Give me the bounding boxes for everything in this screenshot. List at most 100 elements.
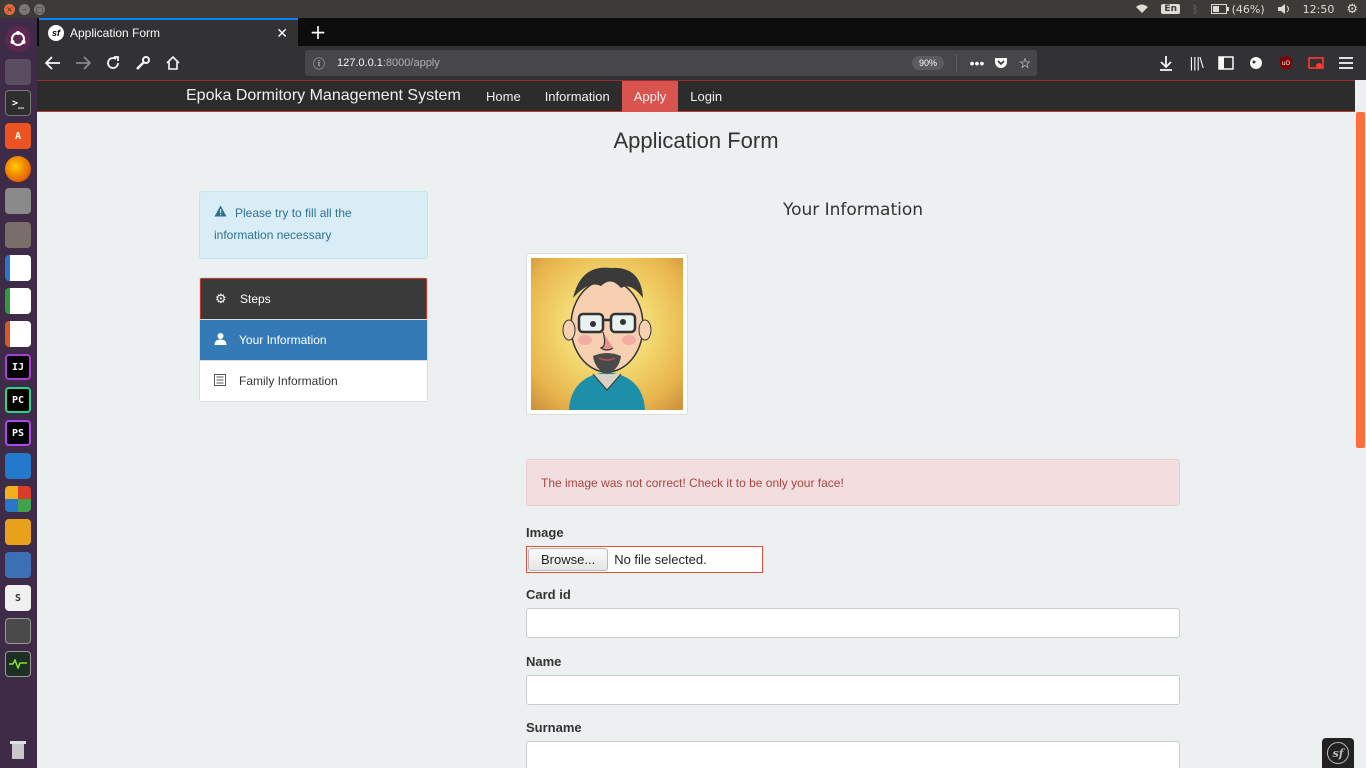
sublime-icon[interactable]: S — [5, 585, 31, 611]
remote-desktop-icon[interactable] — [5, 618, 31, 644]
settings-gear-icon[interactable]: ⚙ — [1346, 2, 1358, 17]
steps-panel: ⚙ Steps Your Information Family Informat… — [199, 277, 428, 402]
wireshark-icon[interactable] — [5, 552, 31, 578]
window-minimize-button[interactable]: – — [19, 3, 30, 15]
info-alert: Please try to fill all the information n… — [199, 191, 428, 259]
writer-icon[interactable] — [5, 255, 31, 281]
image-field-label: Image — [526, 525, 564, 540]
section-title: Your Information — [782, 200, 924, 220]
extension-ghost-icon[interactable] — [1242, 49, 1270, 77]
surname-label: Surname — [526, 720, 582, 735]
image-file-input[interactable]: Browse... No file selected. — [526, 546, 763, 573]
files-icon[interactable] — [5, 59, 31, 85]
browser-toolbar-right: |||\ uO — [1152, 49, 1360, 77]
browser-nav-bar: ⓘ 127.0.0.1:8000/apply 90% ••• ☆ |||\ uO — [37, 46, 1366, 80]
network-tool-icon[interactable] — [5, 519, 31, 545]
menu-apply[interactable]: Apply — [621, 81, 679, 112]
hamburger-menu-icon[interactable] — [1332, 49, 1360, 77]
window-close-button[interactable]: × — [4, 3, 15, 15]
calc-icon[interactable] — [5, 288, 31, 314]
zoom-level-badge[interactable]: 90% — [911, 56, 944, 70]
site-brand[interactable]: Epoka Dormitory Management System — [186, 87, 461, 105]
ublock-icon[interactable]: uO — [1272, 49, 1300, 77]
site-info-icon[interactable]: ⓘ — [305, 50, 333, 76]
name-input[interactable] — [526, 675, 1180, 705]
app-grid-icon[interactable] — [5, 486, 31, 512]
list-icon — [214, 373, 239, 389]
vscode-icon[interactable] — [5, 453, 31, 479]
step-label: Family Information — [239, 374, 338, 388]
page-title: Application Form — [613, 128, 779, 153]
tab-close-icon[interactable]: ✕ — [276, 25, 288, 42]
screen-capture-icon[interactable] — [1302, 49, 1330, 77]
browser-tab-bar: sf Application Form ✕ + — [37, 18, 1366, 46]
volume-icon[interactable] — [1277, 4, 1291, 14]
tab-title: Application Form — [70, 26, 161, 40]
browser-tab[interactable]: sf Application Form ✕ — [39, 18, 298, 46]
menu-information[interactable]: Information — [533, 81, 622, 112]
url-bar-separator — [956, 54, 957, 72]
firefox-icon[interactable] — [5, 156, 31, 182]
name-label: Name — [526, 654, 562, 669]
reload-icon[interactable] — [99, 49, 127, 77]
url-path: :8000/apply — [382, 57, 440, 69]
steps-header: ⚙ Steps — [200, 278, 427, 319]
cog-icon: ⚙ — [215, 291, 227, 306]
symfony-debug-toolbar-toggle[interactable]: sf — [1322, 738, 1354, 768]
info-alert-text: Please try to fill all the information n… — [214, 206, 352, 242]
card-id-label: Card id — [526, 587, 571, 602]
trash-icon[interactable] — [5, 737, 31, 763]
url-bar[interactable]: ⓘ 127.0.0.1:8000/apply 90% ••• ☆ — [305, 50, 1037, 76]
bluetooth-icon[interactable]: ᛒ — [1192, 3, 1199, 16]
wifi-icon[interactable] — [1135, 4, 1149, 14]
page-scrollbar-thumb[interactable] — [1356, 112, 1365, 448]
sidebar-icon[interactable] — [1212, 49, 1240, 77]
profile-photo-thumbnail — [526, 253, 688, 415]
menu-login[interactable]: Login — [678, 81, 734, 112]
terminal-icon[interactable]: >_ — [5, 90, 31, 116]
system-monitor-icon[interactable] — [5, 651, 31, 677]
phpstorm-icon[interactable]: PS — [5, 420, 31, 446]
page-viewport: Epoka Dormitory Management System Home I… — [37, 80, 1366, 768]
wrench-icon[interactable] — [129, 49, 157, 77]
image-error-alert: The image was not correct! Check it to b… — [526, 459, 1180, 506]
page-actions-menu-icon[interactable]: ••• — [965, 51, 989, 75]
menu-home[interactable]: Home — [474, 81, 533, 112]
browse-button[interactable]: Browse... — [528, 548, 609, 571]
step-family-information[interactable]: Family Information — [200, 360, 427, 401]
keyboard-layout-indicator[interactable]: En — [1161, 4, 1180, 14]
card-id-input[interactable] — [526, 608, 1180, 638]
archive-icon[interactable] — [5, 222, 31, 248]
site-menu: Home Information Apply Login — [474, 81, 734, 112]
window-maximize-button[interactable]: □ — [34, 3, 45, 15]
battery-indicator[interactable]: (46%) — [1210, 3, 1265, 16]
intellij-icon[interactable]: IJ — [5, 354, 31, 380]
software-center-icon[interactable]: A — [5, 123, 31, 149]
caricature-portrait-image — [531, 258, 683, 410]
pycharm-icon[interactable]: PC — [5, 387, 31, 413]
impress-icon[interactable] — [5, 321, 31, 347]
steps-header-label: Steps — [240, 292, 271, 306]
downloads-icon[interactable] — [1152, 49, 1180, 77]
file-selection-status: No file selected. — [614, 552, 707, 567]
home-icon[interactable] — [159, 49, 187, 77]
url-host: 127.0.0.1 — [337, 57, 383, 69]
back-arrow-icon[interactable] — [39, 49, 67, 77]
step-your-information[interactable]: Your Information — [200, 319, 427, 360]
site-navbar: Epoka Dormitory Management System Home I… — [37, 80, 1355, 112]
pocket-icon[interactable] — [989, 51, 1013, 75]
ubuntu-dash-icon[interactable] — [5, 26, 31, 52]
forward-arrow-icon[interactable] — [69, 49, 97, 77]
svg-text:uO: uO — [1282, 60, 1291, 67]
clock[interactable]: 12:50 — [1303, 3, 1335, 16]
disk-icon[interactable] — [5, 188, 31, 214]
system-indicators: En ᛒ (46%) 12:50 ⚙ — [1135, 2, 1366, 17]
user-icon — [214, 332, 239, 348]
bookmark-star-icon[interactable]: ☆ — [1013, 51, 1037, 75]
library-icon[interactable]: |||\ — [1182, 49, 1210, 77]
system-top-panel: × – □ En ᛒ (46%) 12:50 ⚙ — [0, 0, 1366, 18]
url-text[interactable]: 127.0.0.1:8000/apply — [337, 57, 440, 69]
surname-input[interactable] — [526, 741, 1180, 768]
symfony-logo-icon: sf — [1327, 742, 1349, 764]
new-tab-plus-icon[interactable]: + — [307, 20, 329, 44]
